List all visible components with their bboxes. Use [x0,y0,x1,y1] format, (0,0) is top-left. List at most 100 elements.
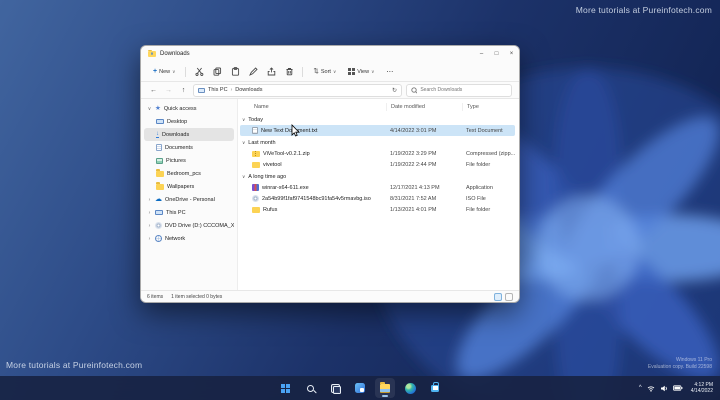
file-date: 12/17/2021 4:13 PM [390,184,440,191]
sidebar-item-dvd-drive[interactable]: › DVD Drive (D:) CCCOMA_X64F [144,219,234,232]
file-name: ViVeTool-v0.2.1.zip [263,150,310,157]
widgets-button[interactable] [350,378,370,398]
file-row-iso[interactable]: 2a54b99f1faf9741548bc91fa54v5rmavbg.iso … [240,193,515,204]
breadcrumb-current[interactable]: Downloads [235,87,262,93]
up-button[interactable]: ↑ [178,85,189,96]
store-taskbar-button[interactable] [425,378,445,398]
file-type: Application [466,184,493,191]
close-button[interactable]: × [504,46,519,62]
file-list: Name Date modified Type ∨ Today New Text… [238,99,519,290]
sidebar-item-documents[interactable]: Documents [144,141,234,154]
chevron-right-icon[interactable]: › [147,236,152,242]
search-icon [411,86,418,94]
edge-taskbar-button[interactable] [400,378,420,398]
sidebar-item-this-pc[interactable]: › This PC [144,206,234,219]
chevron-down-icon: ∨ [242,116,246,122]
copy-button[interactable] [210,65,224,79]
paste-button[interactable] [228,65,242,79]
hidden-icons-chevron[interactable]: ^ [639,385,642,391]
rename-button[interactable] [246,65,260,79]
group-header-long-time-ago[interactable]: ∨ A long time ago [240,171,515,182]
folder-icon [156,182,164,190]
delete-button[interactable] [282,65,296,79]
task-view-button[interactable] [325,378,345,398]
sort-button[interactable]: ⇅ Sort ∨ [309,67,340,77]
copy-icon [213,67,221,76]
title-bar[interactable]: Downloads – □ × [141,46,519,62]
status-bar: 6 items 1 item selected 0 bytes [141,290,519,302]
watermark-bottom: More tutorials at Pureinfotech.com [6,360,143,370]
cut-icon [195,67,204,76]
forward-button[interactable]: → [163,85,174,96]
group-label: A long time ago [248,173,287,180]
chevron-right-icon[interactable]: › [147,223,152,229]
new-button[interactable]: + New ∨ [149,67,179,77]
group-header-last-month[interactable]: ∨ Last month [240,137,515,148]
file-row-rufus-folder[interactable]: Rufus 1/13/2021 4:01 PM File folder [240,204,515,215]
task-view-icon [330,383,341,394]
sidebar-item-onedrive[interactable]: › ☁ OneDrive - Personal [144,193,234,206]
sidebar-item-wallpapers[interactable]: Wallpapers [144,180,234,193]
file-row-vivetool-folder[interactable]: vivetool 1/19/2022 2:44 PM File folder [240,159,515,170]
delete-icon [286,68,293,76]
sidebar-item-desktop[interactable]: Desktop [144,115,234,128]
file-type: Compressed (zipp... [466,150,516,157]
large-icons-view-toggle[interactable] [505,292,513,301]
paste-icon [231,67,239,76]
details-view-toggle[interactable] [494,292,502,301]
plus-icon: + [153,68,158,75]
back-button[interactable]: ← [148,85,159,96]
command-bar: + New ∨ ⇅ Sort ∨ View ∨ ⋯ [141,62,519,82]
view-label: View [357,68,370,75]
text-file-icon [252,127,258,134]
start-button[interactable] [275,378,295,398]
sidebar-label: Desktop [167,118,188,125]
folder-icon [252,161,260,168]
search-box[interactable] [406,83,512,97]
battery-icon[interactable] [672,385,683,391]
clock[interactable]: 4:12 PM 4/14/2022 [688,382,716,394]
file-row-new-text-document[interactable]: New Text Document.txt 4/14/2022 3:01 PM … [240,125,515,136]
sidebar-item-downloads[interactable]: ↓ Downloads [144,128,234,141]
sidebar-item-quick-access[interactable]: ∨ ★ Quick access [144,102,234,115]
column-header-date[interactable]: Date modified [386,103,462,111]
more-options-button[interactable]: ⋯ [382,66,397,78]
group-header-today[interactable]: ∨ Today [240,114,515,125]
sidebar-item-bedroom-pcs[interactable]: Bedroom_pcs [144,167,234,180]
file-explorer-taskbar-button[interactable] [375,378,395,398]
maximize-button[interactable]: □ [489,46,504,62]
iso-file-icon [252,195,259,202]
file-date: 1/19/2022 3:29 PM [390,150,437,157]
toolbar-separator [302,66,304,77]
column-header-name[interactable]: Name [240,103,386,111]
share-button[interactable] [264,65,278,79]
sidebar-label: Pictures [166,157,186,164]
sidebar-item-pictures[interactable]: Pictures [144,154,234,167]
downloads-icon: ↓ [156,131,159,138]
chevron-right-icon[interactable]: › [147,210,152,216]
refresh-icon[interactable]: ↻ [392,87,397,94]
minimize-button[interactable]: – [474,46,489,62]
network-icon [155,235,162,242]
file-type: File folder [466,161,491,168]
view-button[interactable]: View ∨ [344,66,378,77]
column-header-type[interactable]: Type [462,103,518,111]
breadcrumb-root[interactable]: This PC [208,87,228,93]
view-toggles [494,292,513,301]
address-box[interactable]: This PC › Downloads ↻ [193,83,402,97]
sidebar-item-network[interactable]: › Network [144,232,234,245]
chevron-down-icon[interactable]: ∨ [147,106,152,112]
folder-icon [252,206,260,213]
file-name: 2a54b99f1faf9741548bc91fa54v5rmavbg.iso [262,195,371,202]
chevron-right-icon[interactable]: › [147,197,152,203]
file-date: 4/14/2022 3:01 PM [390,127,437,134]
file-row-winrar-exe[interactable]: winrar-x64-611.exe 12/17/2021 4:13 PM Ap… [240,182,515,193]
volume-icon[interactable] [660,385,668,392]
search-input[interactable] [420,87,507,93]
new-label: New [159,68,171,75]
taskbar-search-button[interactable] [300,378,320,398]
wifi-icon[interactable] [647,385,655,392]
file-row-vivetool-zip[interactable]: ViVeTool-v0.2.1.zip 1/19/2022 3:29 PM Co… [240,148,515,159]
downloads-folder-icon [148,49,156,57]
cut-button[interactable] [192,65,206,79]
